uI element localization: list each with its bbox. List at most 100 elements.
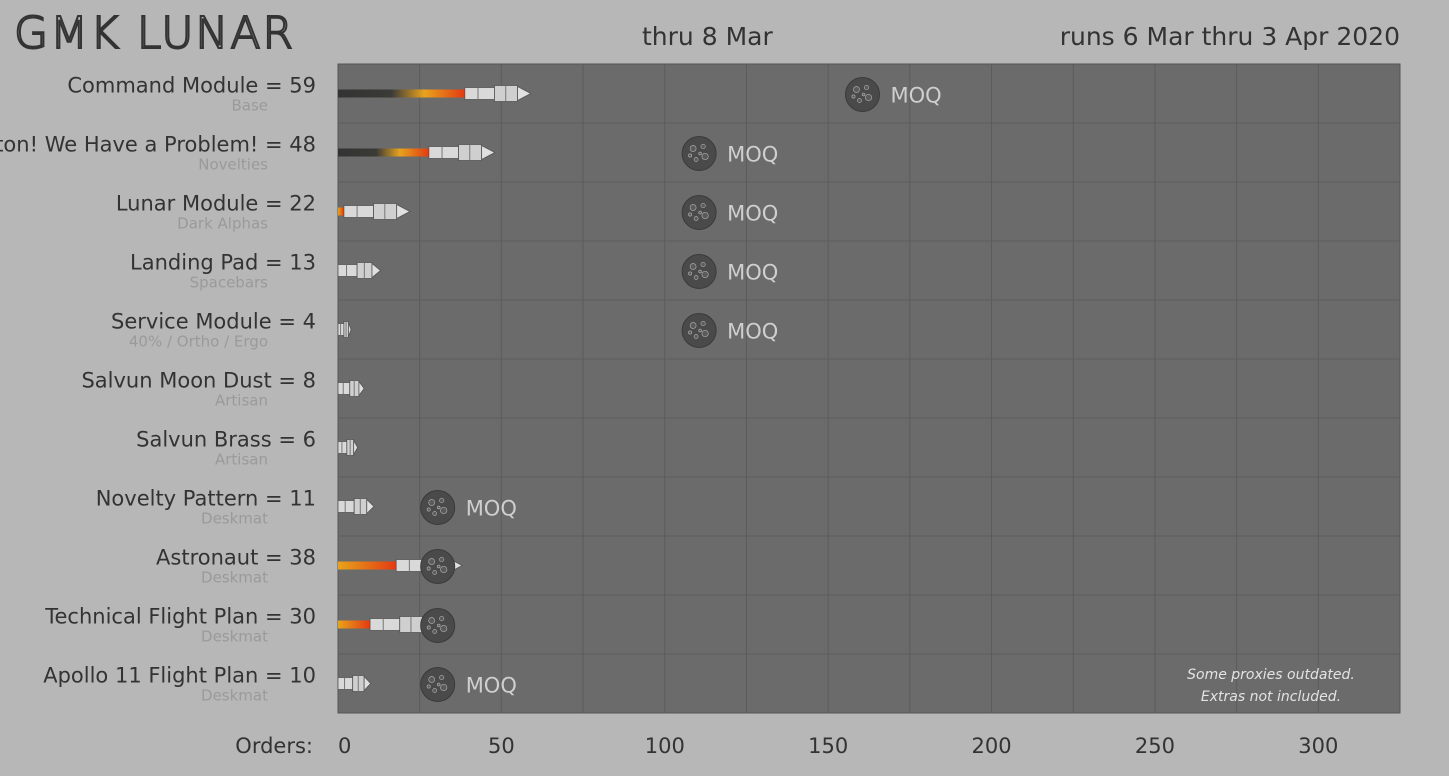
moon-crater	[439, 497, 445, 504]
rocket-body	[343, 205, 374, 218]
rocket-bar	[337, 675, 372, 692]
moon-crater	[439, 556, 445, 563]
category-label: Technical Flight Plan = 30	[44, 605, 316, 629]
subcategory-label: Deskmat	[201, 569, 268, 587]
subcategory-label: Deskmat	[201, 510, 268, 528]
moon-crater	[698, 328, 702, 333]
moon-icon	[681, 313, 717, 348]
moon-crater	[689, 263, 697, 270]
moon-crater	[436, 682, 441, 687]
moon-crater	[861, 92, 866, 97]
subcategory-label: 40% / Ortho / Ergo	[129, 333, 268, 351]
rocket-body	[337, 264, 358, 277]
moq-label: MOQ	[727, 320, 778, 344]
moon-crater	[426, 625, 431, 630]
x-axis: Orders: 0 50 100 150 200 250 300	[235, 734, 1338, 758]
subcategory-label: Deskmat	[201, 687, 268, 705]
rocket-bar	[337, 498, 375, 515]
x-tick-label: 50	[488, 734, 515, 758]
moon-icon	[844, 77, 880, 112]
moon-crater	[700, 143, 706, 150]
moon-icon	[681, 254, 717, 289]
moon-icon	[420, 667, 456, 702]
moon-crater	[436, 505, 441, 510]
moon-crater	[701, 211, 709, 220]
moon-crater	[428, 676, 436, 683]
moon-crater	[864, 93, 873, 102]
moon-crater	[701, 152, 709, 161]
moon-crater	[688, 271, 693, 276]
subcategory-label: Spacebars	[190, 274, 269, 292]
x-tick-label: 200	[971, 734, 1011, 758]
x-tick-label: 300	[1298, 734, 1338, 758]
x-tick-label: 150	[808, 734, 848, 758]
moon-crater	[440, 565, 448, 574]
rocket-bar	[428, 144, 496, 161]
bar-trail	[338, 89, 465, 98]
moq-label: MOQ	[890, 84, 941, 108]
category-label: Salvun Brass = 6	[136, 428, 316, 452]
moon-icon	[681, 195, 717, 230]
rocket-bar	[337, 321, 352, 338]
subcategory-label: Base	[231, 97, 268, 115]
moon-crater	[426, 507, 431, 512]
moon-crater	[439, 615, 445, 622]
moon-crater	[432, 570, 438, 575]
moon-crater	[698, 151, 702, 156]
moon-crater	[432, 511, 438, 516]
bar-trail	[338, 620, 371, 629]
moon-crater	[701, 270, 709, 279]
category-label: Command Module = 59	[67, 74, 316, 98]
moq-label: MOQ	[727, 261, 778, 285]
subcategory-label: Dark Alphas	[177, 215, 268, 233]
subcategory-label: Artisan	[215, 451, 268, 469]
moon-crater	[440, 624, 448, 633]
rocket-body	[337, 382, 351, 395]
moon-crater	[693, 334, 699, 339]
category-labels: Command Module = 59Base Houston! We Have …	[0, 74, 316, 705]
rocket-body	[428, 146, 459, 159]
moon-icon	[420, 549, 456, 584]
rocket-bar	[464, 85, 532, 102]
moon-crater	[440, 683, 448, 692]
moon-crater	[428, 617, 436, 624]
rocket-bar	[337, 262, 382, 279]
moon-crater	[426, 566, 431, 571]
category-label: Salvun Moon Dust = 8	[81, 369, 316, 393]
rocket-bar	[343, 203, 411, 220]
category-label: Lunar Module = 22	[116, 192, 316, 216]
moon-crater	[853, 86, 860, 93]
moon-crater	[436, 623, 441, 628]
moon-crater	[693, 216, 699, 221]
moon-crater	[701, 329, 709, 338]
rocket-bar	[337, 380, 365, 397]
moon-crater	[428, 558, 436, 565]
moon-crater	[432, 629, 438, 634]
x-tick-label: 0	[338, 734, 351, 758]
moon-icon	[420, 608, 456, 643]
rocket-bar	[337, 438, 359, 457]
rocket-body	[337, 677, 354, 690]
moon-crater	[857, 98, 862, 103]
bar-trail	[338, 207, 344, 216]
orders-chart: MOQ MOQ MOQ MOQ MOQ MOQ MOQ Command Module = 5…	[0, 63, 1401, 758]
moon-icon	[681, 136, 717, 171]
rocket-body	[337, 500, 355, 513]
moq-label: MOQ	[727, 143, 778, 167]
moq-label: MOQ	[466, 497, 517, 521]
moon-crater	[688, 212, 693, 217]
note-line: Some proxies outdated.	[1187, 667, 1355, 683]
moon-crater	[440, 506, 448, 515]
moon-crater	[863, 84, 870, 91]
moon-crater	[439, 674, 445, 681]
subcategory-label: Deskmat	[201, 628, 268, 646]
x-tick-label: 250	[1135, 734, 1175, 758]
category-label: Houston! We Have a Problem! = 48	[0, 133, 316, 157]
moq-label: MOQ	[727, 202, 778, 226]
bar-trail	[338, 148, 429, 157]
subcategory-label: Novelties	[198, 156, 268, 174]
moon-crater	[698, 269, 702, 274]
x-tick-label: 100	[645, 734, 685, 758]
moon-crater	[689, 204, 697, 211]
subcategory-label: Artisan	[215, 392, 268, 410]
